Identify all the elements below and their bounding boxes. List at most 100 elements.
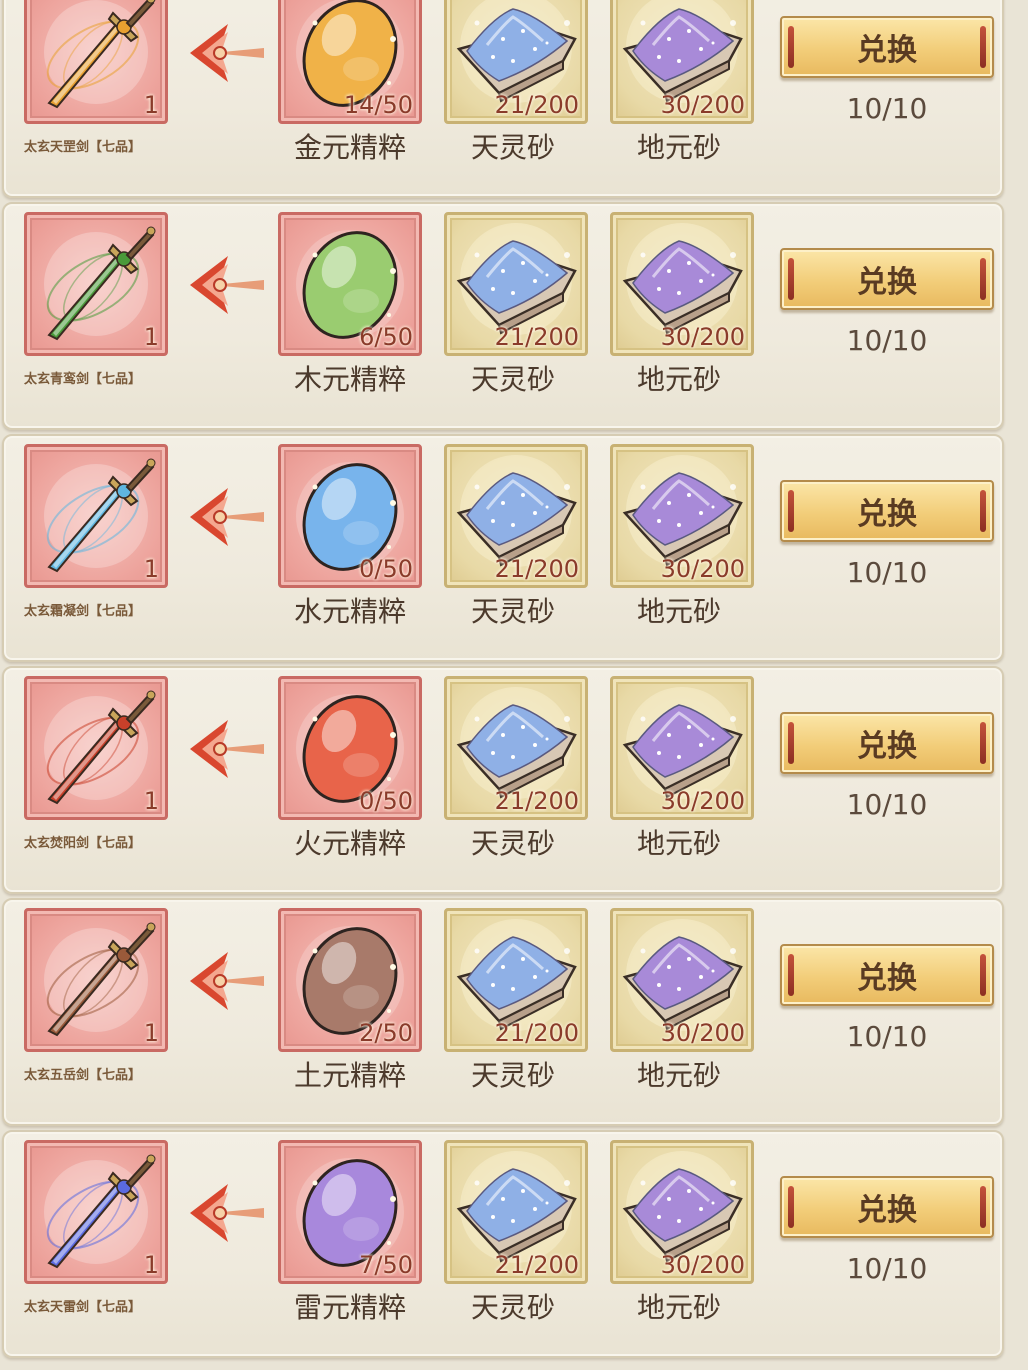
sand-count: 30/200	[660, 555, 745, 583]
sand-count: 21/200	[494, 91, 579, 119]
sand-name: 天灵砂	[470, 1291, 555, 1324]
exchange-arrow-icon	[188, 716, 268, 786]
exchange-button[interactable]: 兑换	[780, 1176, 994, 1238]
sand-name: 地元砂	[636, 131, 721, 164]
sword-quantity: 1	[143, 1251, 159, 1279]
sand-name: 地元砂	[636, 363, 721, 396]
sword-quantity: 1	[143, 323, 159, 351]
essence-name: 火元精粹	[293, 827, 406, 860]
sand-material-slot[interactable]: 21/200	[444, 908, 588, 1052]
reward-sword-slot[interactable]: 1	[24, 908, 168, 1052]
sand-material-slot[interactable]: 21/200	[444, 0, 588, 124]
sword-name: 太玄焚阳剑【七品】	[24, 836, 142, 851]
essence-count: 0/50	[359, 787, 413, 815]
exchange-limit: 10/10	[846, 1020, 928, 1053]
sand-name: 天灵砂	[470, 827, 555, 860]
essence-name: 土元精粹	[293, 1059, 406, 1092]
sand-count: 21/200	[494, 787, 579, 815]
exchange-arrow-icon	[188, 252, 268, 322]
reward-sword-slot[interactable]: 1	[24, 1140, 168, 1284]
sand-material-slot[interactable]: 30/200	[610, 1140, 754, 1284]
exchange-arrow-icon	[188, 20, 268, 90]
exchange-button-label: 兑换	[857, 961, 917, 996]
exchange-button[interactable]: 兑换	[780, 944, 994, 1006]
essence-name: 雷元精粹	[293, 1291, 406, 1324]
sand-count: 30/200	[660, 1251, 745, 1279]
reward-sword-slot[interactable]: 1	[24, 0, 168, 124]
sword-name: 太玄青鸾剑【七品】	[24, 372, 142, 387]
sand-material-slot[interactable]: 21/200	[444, 444, 588, 588]
sword-quantity: 1	[143, 1019, 159, 1047]
sand-name: 天灵砂	[470, 595, 555, 628]
sand-material-slot[interactable]: 21/200	[444, 212, 588, 356]
sand-count: 21/200	[494, 555, 579, 583]
exchange-button-label: 兑换	[857, 1193, 917, 1228]
sand-name: 地元砂	[636, 1291, 721, 1324]
essence-name: 木元精粹	[293, 363, 406, 396]
exchange-button[interactable]: 兑换	[780, 16, 994, 78]
sand-name: 地元砂	[636, 595, 721, 628]
sword-name: 太玄五岳剑【七品】	[24, 1068, 142, 1083]
sand-material-slot[interactable]: 30/200	[610, 0, 754, 124]
sand-material-slot[interactable]: 21/200	[444, 676, 588, 820]
sand-count: 21/200	[494, 323, 579, 351]
essence-material-slot[interactable]: 7/50	[278, 1140, 422, 1284]
exchange-row: 1 太玄焚阳剑【七品】 0/50 火元精粹 21/200 天灵砂 30/200	[2, 666, 1004, 894]
sand-name: 天灵砂	[470, 131, 555, 164]
sword-name: 太玄天雷剑【七品】	[24, 1300, 142, 1315]
essence-material-slot[interactable]: 2/50	[278, 908, 422, 1052]
sand-count: 21/200	[494, 1019, 579, 1047]
exchange-row: 1 太玄五岳剑【七品】 2/50 土元精粹 21/200 天灵砂 30/200	[2, 898, 1004, 1126]
essence-name: 金元精粹	[293, 131, 406, 164]
exchange-row: 1 太玄天雷剑【七品】 7/50 雷元精粹 21/200 天灵砂 30/200	[2, 1130, 1004, 1358]
exchange-list: 1 太玄天罡剑【七品】 14/50 金元精粹 21/200 天灵砂 30/200…	[0, 0, 1028, 1370]
exchange-limit: 10/10	[846, 1252, 928, 1285]
sand-count: 30/200	[660, 323, 745, 351]
exchange-limit: 10/10	[846, 92, 928, 125]
exchange-row: 1 太玄天罡剑【七品】 14/50 金元精粹 21/200 天灵砂 30/200…	[2, 0, 1004, 198]
essence-count: 7/50	[359, 1251, 413, 1279]
exchange-arrow-icon	[188, 948, 268, 1018]
essence-material-slot[interactable]: 0/50	[278, 444, 422, 588]
exchange-row: 1 太玄霜凝剑【七品】 0/50 水元精粹 21/200 天灵砂 30/200	[2, 434, 1004, 662]
exchange-button[interactable]: 兑换	[780, 712, 994, 774]
sand-name: 地元砂	[636, 827, 721, 860]
exchange-button-label: 兑换	[857, 729, 917, 764]
sword-name: 太玄霜凝剑【七品】	[24, 604, 142, 619]
exchange-arrow-icon	[188, 484, 268, 554]
sand-material-slot[interactable]: 30/200	[610, 676, 754, 820]
exchange-button[interactable]: 兑换	[780, 480, 994, 542]
reward-sword-slot[interactable]: 1	[24, 444, 168, 588]
exchange-limit: 10/10	[846, 324, 928, 357]
sand-name: 天灵砂	[470, 363, 555, 396]
essence-material-slot[interactable]: 6/50	[278, 212, 422, 356]
sword-quantity: 1	[143, 555, 159, 583]
essence-material-slot[interactable]: 14/50	[278, 0, 422, 124]
essence-material-slot[interactable]: 0/50	[278, 676, 422, 820]
reward-sword-slot[interactable]: 1	[24, 676, 168, 820]
sand-count: 30/200	[660, 1019, 745, 1047]
sand-name: 地元砂	[636, 1059, 721, 1092]
sword-quantity: 1	[143, 91, 159, 119]
reward-sword-slot[interactable]: 1	[24, 212, 168, 356]
exchange-button-label: 兑换	[857, 33, 917, 68]
sword-quantity: 1	[143, 787, 159, 815]
sand-material-slot[interactable]: 30/200	[610, 444, 754, 588]
sand-count: 30/200	[660, 91, 745, 119]
sand-count: 21/200	[494, 1251, 579, 1279]
sand-material-slot[interactable]: 30/200	[610, 212, 754, 356]
exchange-button-label: 兑换	[857, 497, 917, 532]
sword-name: 太玄天罡剑【七品】	[24, 140, 142, 155]
exchange-button[interactable]: 兑换	[780, 248, 994, 310]
exchange-button-label: 兑换	[857, 265, 917, 300]
exchange-arrow-icon	[188, 1180, 268, 1250]
sand-count: 30/200	[660, 787, 745, 815]
sand-material-slot[interactable]: 30/200	[610, 908, 754, 1052]
exchange-limit: 10/10	[846, 788, 928, 821]
essence-name: 水元精粹	[293, 595, 406, 628]
essence-count: 2/50	[359, 1019, 413, 1047]
essence-count: 6/50	[359, 323, 413, 351]
essence-count: 14/50	[343, 91, 413, 119]
sand-material-slot[interactable]: 21/200	[444, 1140, 588, 1284]
sand-name: 天灵砂	[470, 1059, 555, 1092]
